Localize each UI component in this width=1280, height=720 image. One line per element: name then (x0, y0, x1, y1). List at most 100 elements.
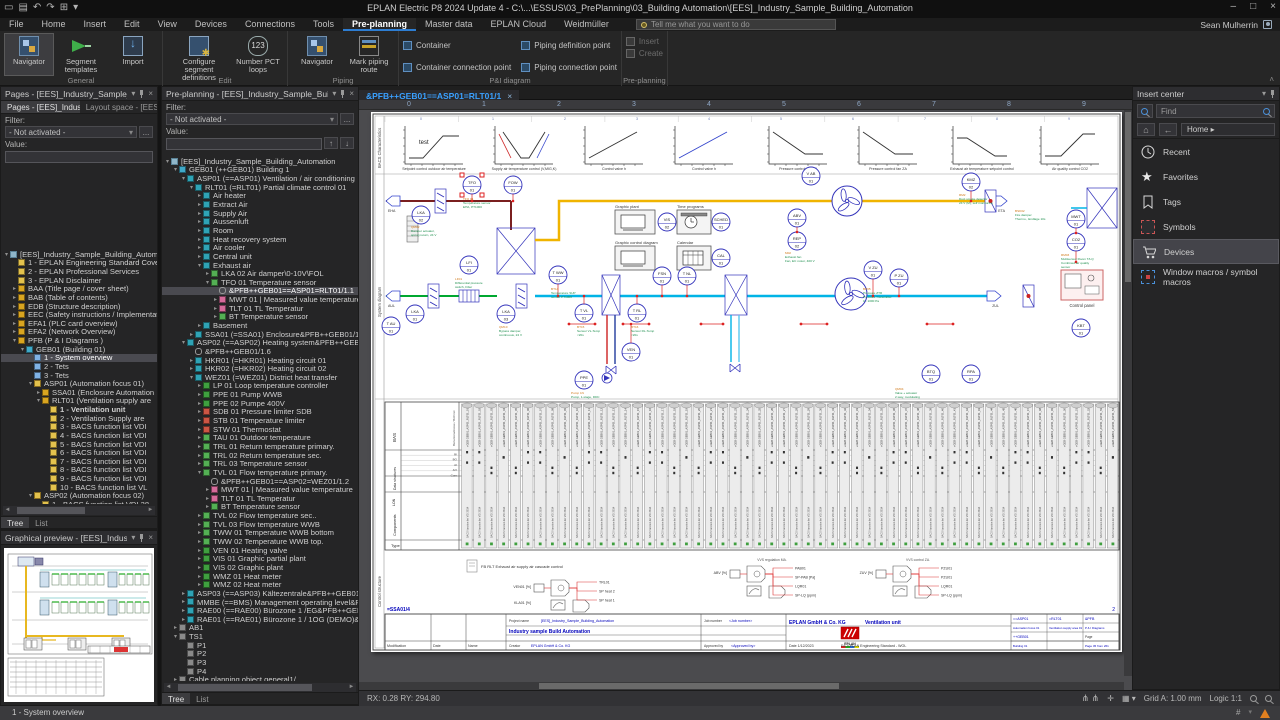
canvas-hscrollbar[interactable] (359, 682, 1124, 690)
home-icon[interactable]: ⌂ (1137, 123, 1155, 136)
tree-item[interactable]: ▾PFB (P & I Diagrams ) (1, 336, 157, 345)
instrument-bubble[interactable]: MWT01 (1067, 210, 1085, 228)
tab-list[interactable]: List (29, 517, 53, 528)
instrument-bubble[interactable]: SCHED01 (712, 213, 730, 231)
tree-item[interactable]: 3 - BACS function list VDI (1, 423, 157, 432)
import-button[interactable]: Import (108, 33, 158, 76)
ribbon-tab-home[interactable]: Home (33, 18, 75, 31)
instrument-bubble[interactable]: T AU01 (382, 317, 400, 335)
crosshair-icon[interactable]: ✛ (1107, 694, 1114, 703)
instrument-bubble[interactable]: FSN01 (653, 267, 671, 285)
tree-item[interactable]: ▸EEC (Safety instructions / Implementati… (1, 310, 157, 319)
pin-icon[interactable] (139, 534, 144, 542)
tree-item[interactable]: ▸TRL 01 Return temperature primary. (162, 442, 358, 451)
filter-select[interactable]: - Not activated -▾ (5, 126, 137, 138)
search-scope-button[interactable] (1137, 104, 1153, 118)
tree-item[interactable]: 4 - BACS function list VDI (1, 431, 157, 440)
tree-item[interactable]: ▸PPE 01 Pump WWB (162, 390, 358, 399)
insert-center-item-recent[interactable]: Recent (1133, 139, 1279, 164)
tree-item[interactable]: ▸ASP03 (==ASP03) Kältezentrale&PFB++GEB0… (162, 589, 358, 598)
mark-piping-route-button[interactable]: Mark piping route (344, 33, 394, 76)
tree-item[interactable]: ▾[EES]_Industry_Sample_Building_Automati… (1, 250, 157, 259)
tree-item[interactable]: ▸Extract Air (162, 200, 358, 209)
pin-icon[interactable] (340, 90, 345, 98)
instrument-bubble[interactable]: TFO01 (460, 173, 484, 197)
ribbon-tab-devices[interactable]: Devices (186, 18, 236, 31)
tree-item[interactable]: 2 - EPLAN Professional Services (1, 267, 157, 276)
instrument-bubble[interactable]: V ZU01 (864, 261, 882, 279)
tree-item[interactable]: ▸VIS 02 Graphic plant (162, 563, 358, 572)
breadcrumb[interactable]: Home ▸ (1181, 123, 1275, 136)
instrument-bubble[interactable]: CO201 (1067, 233, 1085, 251)
instrument-bubble[interactable]: ABV01 (788, 209, 806, 227)
insert-center-item-favorites[interactable]: ★Favorites (1133, 164, 1279, 189)
tree-item[interactable]: 1 - Ventilation unit (1, 405, 157, 414)
panel-dropdown-icon[interactable]: ▾ (131, 87, 135, 101)
grid-setting[interactable]: Grid A: 1.00 mm (1144, 694, 1202, 703)
preview-thumbnail[interactable] (4, 548, 154, 702)
tree-item[interactable]: ▸VEN 01 Heating valve (162, 546, 358, 555)
tree-item[interactable]: ▸RAE00 (==RAE00) Bürozone 1 /EG&PFB++GEB… (162, 606, 358, 615)
tab-pages[interactable]: Pages - [EES]_Industry_Sa... (1, 101, 80, 113)
number-pct-loops-button[interactable]: 123Number PCT loops (233, 33, 283, 76)
tree-item[interactable]: ▾TFO 01 Temperature sensor (162, 278, 358, 287)
filter-select[interactable]: - Not activated -▾ (166, 113, 338, 125)
tree-item[interactable]: ▸HKR01 (=HKR01) Heating circuit 01 (162, 356, 358, 365)
tree-item[interactable]: 1 - System overview (1, 354, 157, 363)
close-icon[interactable]: × (148, 87, 153, 101)
tree-item[interactable]: ▸Room (162, 226, 358, 235)
tree-item[interactable]: ▾Exhaust air (162, 261, 358, 270)
tree-item[interactable]: ▸WMZ 02 Heat meter (162, 580, 358, 589)
tree-item[interactable]: ▸Basement (162, 321, 358, 330)
tree-item[interactable]: 1 - BACS function list VDI 38 (1, 500, 157, 504)
canvas-vscrollbar[interactable] (1124, 110, 1132, 676)
ribbon-tab-connections[interactable]: Connections (236, 18, 304, 31)
tree-item[interactable]: ▸Air cooler (162, 243, 358, 252)
tree-item[interactable]: ▸Central unit (162, 252, 358, 261)
tree-item[interactable]: ▸STB 01 Temperature limiter (162, 416, 358, 425)
instrument-bubble[interactable]: PPE01 (575, 371, 593, 389)
tree-item[interactable]: ▾TS1 (162, 632, 358, 641)
tree-item[interactable]: ▸MWT 01 | Measured value temperature (162, 295, 358, 304)
tree-item[interactable]: ▸EDB (Structure description) (1, 302, 157, 311)
instrument-bubble[interactable]: RPA01 (962, 365, 980, 383)
tree-item[interactable]: ▸BAB (Table of contents) (1, 293, 157, 302)
navigator-button[interactable]: Navigator (292, 33, 342, 76)
tree-item[interactable]: ▸TLT 01 TL Temperatur (162, 304, 358, 313)
tree-item[interactable]: ▸BT Temperature sensor (162, 503, 358, 512)
hash-indicator[interactable]: # (1236, 706, 1240, 720)
close-button[interactable]: × (1270, 1, 1276, 12)
panel-dropdown-icon[interactable]: ▾ (332, 87, 336, 101)
tree-item[interactable]: ▸LKA 02 Air damper\0-10V\FOL (162, 269, 358, 278)
instrument-bubble[interactable]: T NL01 (678, 267, 696, 285)
instrument-bubble[interactable]: T RL01 (628, 304, 646, 322)
panel-dropdown-icon[interactable]: ▾ (131, 531, 135, 545)
tree-item[interactable]: 10 - BACS function list VL (1, 483, 157, 492)
tree-item[interactable]: ▸TVL 03 Flow temperature WWB (162, 520, 358, 529)
segment-templates-button[interactable]: Segment templates (56, 33, 106, 76)
ribbon-tab-pre-planning[interactable]: Pre-planning (343, 18, 416, 31)
tree-item[interactable]: ▸PPE 02 Pumpe 400V (162, 399, 358, 408)
tree-item[interactable]: ▸Air heater (162, 192, 358, 201)
tree-item[interactable]: ▸Heat recovery system (162, 235, 358, 244)
instrument-bubble[interactable]: LFI01 (460, 256, 478, 274)
tab-list[interactable]: List (190, 693, 214, 704)
instrument-bubble[interactable]: FOW01 (504, 176, 522, 194)
tree-item[interactable]: ▸TVL 02 Flow temperature sec.. (162, 511, 358, 520)
ribbon-tab-view[interactable]: View (149, 18, 186, 31)
pages-hscrollbar[interactable]: ◄► (3, 506, 155, 515)
container-button[interactable]: Container (403, 37, 511, 55)
value-input[interactable] (5, 151, 153, 163)
insert-center-item-tags[interactable]: Tags (1133, 189, 1279, 214)
tree-item[interactable]: ▾ASP01 (Automation focus 01) (1, 379, 157, 388)
tree-item[interactable]: ▸STW 01 Thermostat (162, 425, 358, 434)
tree-item[interactable]: ▸TWW 01 Temperature WWB bottom (162, 529, 358, 538)
tree-item[interactable]: 1 - EPLAN Engineering Standard Cover (1, 259, 157, 268)
ribbon-tab-eplan-cloud[interactable]: EPLAN Cloud (482, 18, 556, 31)
instrument-bubble[interactable]: REP02 (788, 232, 806, 250)
value-up-button[interactable]: ↑ (324, 137, 338, 149)
tree-item[interactable]: ▾ASP01 (==ASP01) Ventilation / air condi… (162, 174, 358, 183)
tree-item[interactable]: ▸LP 01 Loop temperature controller (162, 382, 358, 391)
minimize-button[interactable]: – (1231, 1, 1237, 12)
piping-connection-point-button[interactable]: Piping connection point (521, 59, 617, 77)
